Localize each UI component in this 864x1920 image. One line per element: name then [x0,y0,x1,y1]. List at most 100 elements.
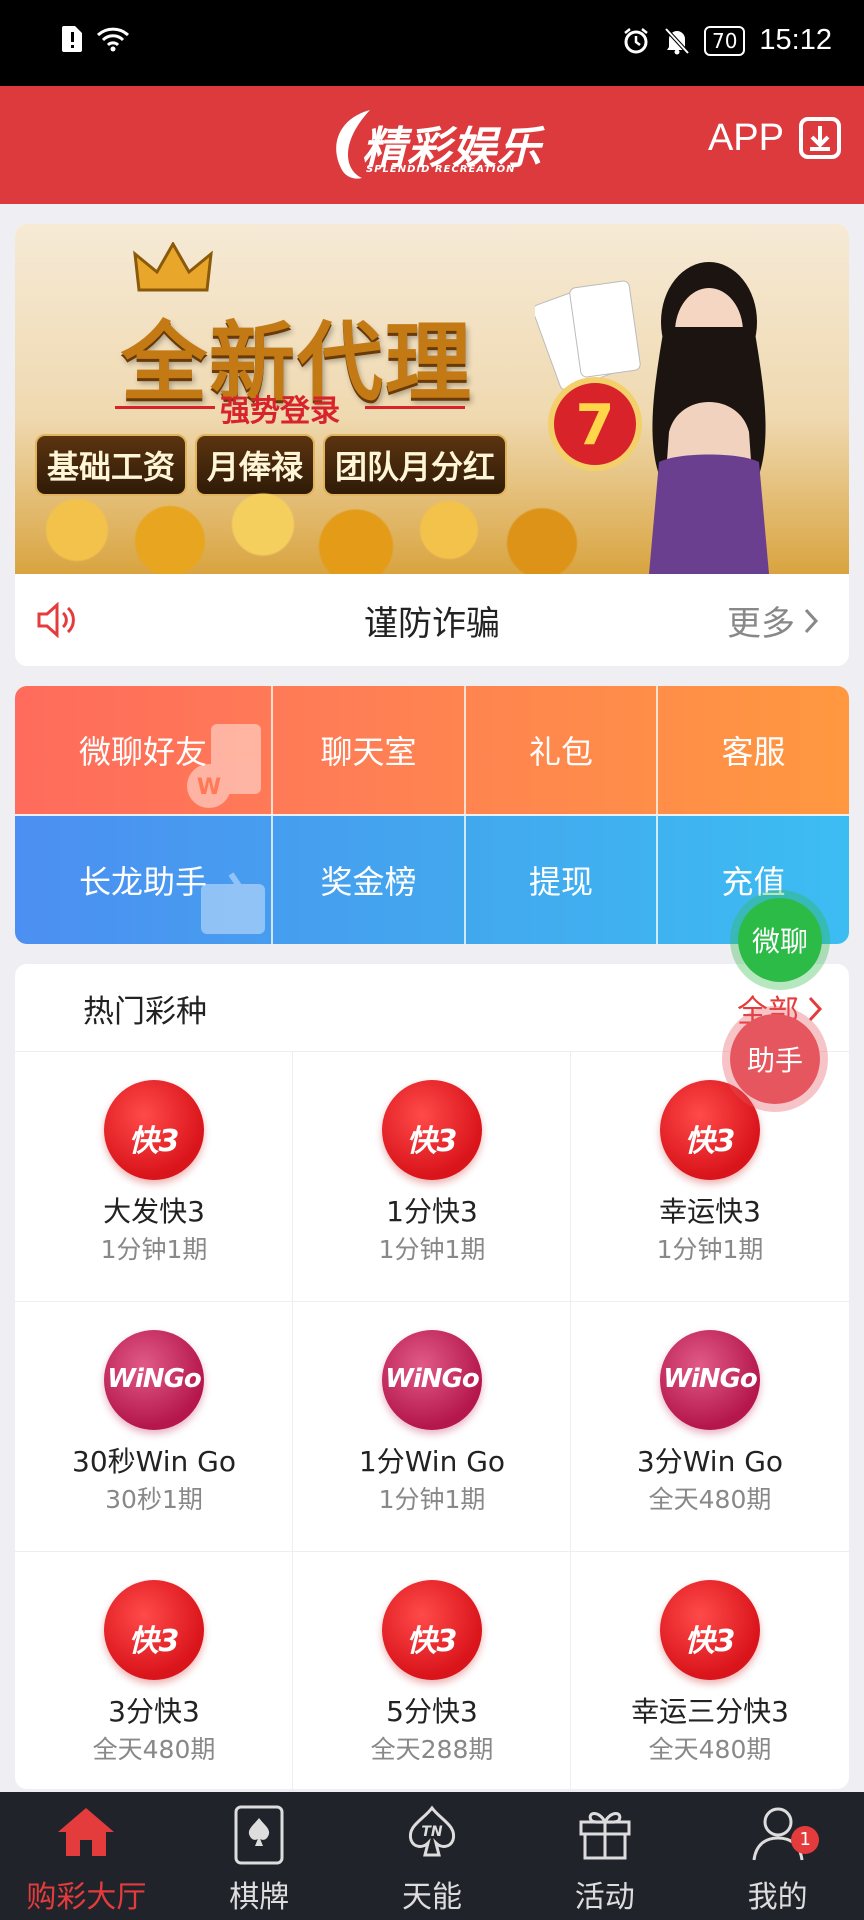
svg-text:W: W [197,775,221,800]
spade-icon: TN [408,1805,456,1857]
quick-item-label: 微聊好友 [78,733,207,771]
game-period: 1分钟1期 [378,1485,486,1514]
game-period: 1分钟1期 [100,1235,208,1264]
hot-games-header: 热门彩种 全部 [15,964,849,1052]
download-icon [799,117,841,159]
quick-item-label: 长龙助手 [78,863,207,901]
tab-mine[interactable]: 1 我的 [691,1792,864,1920]
game-name: 3分快3 [108,1695,200,1728]
promo-banner[interactable]: 全新代理 强势登录 基础工资 月俸禄 团队月分红 7 [15,224,849,574]
game-period: 全天288期 [370,1735,494,1764]
quick-item-chat-room[interactable]: 聊天室 [273,686,466,814]
status-bar: 70 15:12 [0,0,864,86]
quick-item-label: 奖金榜 [320,863,417,901]
banner-divider-left [115,406,215,409]
hot-games-title: 热门彩种 [83,994,207,1030]
floating-assistant-label: 助手 [746,1044,803,1077]
tab-label: 购彩大厅 [26,1880,147,1915]
sim-alert-icon [62,26,82,52]
logo-subtext: SPLENDID RECREATION [366,164,516,175]
game-name: 大发快3 [103,1195,205,1228]
wifi-icon [96,27,130,52]
tab-activity[interactable]: 活动 [518,1792,691,1920]
quick-item-label: 聊天室 [320,733,417,771]
game-tile[interactable]: 快3 3分快3 全天480期 [15,1552,293,1789]
more-link[interactable]: 更多 [727,596,819,645]
status-time: 15:12 [759,24,832,56]
battery-indicator: 70 [703,25,746,56]
k3-dice-icon: 快3 [382,1580,482,1680]
tab-label: 我的 [747,1880,808,1915]
game-name: 30秒Win Go [72,1445,236,1478]
cards-icon [234,1805,284,1865]
alarm-icon [624,27,648,53]
wingo-icon: WiNGo [382,1330,482,1430]
floating-chat-button[interactable]: 微聊 [730,890,830,990]
crown-icon [133,242,213,292]
game-tile[interactable]: WiNGo 3分Win Go 全天480期 [571,1302,849,1552]
tab-label: 活动 [574,1880,635,1915]
gift-icon [579,1812,631,1860]
tab-lottery-hall[interactable]: 购彩大厅 [0,1792,173,1920]
game-name: 5分快3 [386,1695,478,1728]
tab-chess-cards[interactable]: 棋牌 [173,1792,346,1920]
app-download-label: APP [707,116,784,159]
k3-dice-icon: 快3 [660,1580,760,1680]
game-name: 幸运快3 [659,1195,761,1228]
app-download-button[interactable]: APP [708,116,842,160]
quick-item-label: 客服 [721,733,786,771]
chevron-right-icon [804,608,819,633]
game-tile[interactable]: 快3 1分快3 1分钟1期 [293,1052,571,1302]
quick-item-service[interactable]: 客服 [658,686,849,814]
status-left [62,26,130,52]
top-bar: 精彩娱乐 SPLENDID RECREATION APP [0,86,864,204]
home-icon [58,1808,115,1856]
banner-coins [15,464,635,574]
more-label: 更多 [727,604,795,644]
quick-item-long-dragon[interactable]: 长龙助手 [15,816,273,944]
tab-label: 天能 [401,1880,462,1915]
quick-item-wechat-friends[interactable]: W 微聊好友 [15,686,273,814]
game-name: 3分Win Go [636,1445,784,1478]
banner-subtitle: 强势登录 [220,394,340,429]
floating-assistant-button[interactable]: 助手 [722,1006,828,1112]
notification-badge: 1 [791,1826,820,1854]
status-right: 70 15:12 [622,24,832,57]
hot-games-card: 热门彩种 全部 快3 大发快3 1分钟1期 快3 1分快3 1分钟1期 快3 幸… [15,964,849,1789]
notice-text: 谨防诈骗 [364,604,500,644]
notice-bar[interactable]: 谨防诈骗 更多 [15,574,849,666]
game-tile[interactable]: 快3 大发快3 1分钟1期 [15,1052,293,1302]
wingo-icon: WiNGo [104,1330,204,1430]
game-period: 1分钟1期 [656,1235,764,1264]
quick-menu-row: 长龙助手 奖金榜 提现 充值 [15,816,849,944]
k3-dice-icon: 快3 [104,1580,204,1680]
game-name: 1分Win Go [358,1445,506,1478]
brand-logo[interactable]: 精彩娱乐 SPLENDID RECREATION [320,104,550,186]
game-tile[interactable]: 快3 幸运三分快3 全天480期 [571,1552,849,1789]
svg-text:TN: TN [421,1824,443,1840]
game-period: 全天480期 [648,1735,772,1764]
floating-chat-label: 微聊 [751,925,808,958]
quick-item-withdraw[interactable]: 提现 [466,816,658,944]
k3-dice-icon: 快3 [104,1080,204,1180]
tab-label: 棋牌 [229,1880,290,1915]
bottom-tab-bar: 购彩大厅 棋牌 TN 天能 活动 1 我的 [0,1792,864,1920]
quick-item-leaderboard[interactable]: 奖金榜 [273,816,466,944]
quick-menu-row: W 微聊好友 聊天室 礼包 客服 [15,686,849,814]
game-tile[interactable]: WiNGo 1分Win Go 1分钟1期 [293,1302,571,1552]
wingo-icon: WiNGo [660,1330,760,1430]
game-name: 1分快3 [386,1195,478,1228]
quick-item-gift[interactable]: 礼包 [466,686,658,814]
game-period: 30秒1期 [105,1485,203,1514]
mute-icon [664,27,690,54]
game-period: 1分钟1期 [378,1235,486,1264]
tab-tianneng[interactable]: TN 天能 [346,1792,519,1920]
game-period: 全天480期 [648,1485,772,1514]
banner-card: 全新代理 强势登录 基础工资 月俸禄 团队月分红 7 谨防诈骗 更多 [15,224,849,666]
quick-item-label: 提现 [528,863,593,901]
game-tile[interactable]: 快3 5分快3 全天288期 [293,1552,571,1789]
game-period: 全天480期 [92,1735,216,1764]
game-tile[interactable]: WiNGo 30秒Win Go 30秒1期 [15,1302,293,1552]
k3-dice-icon: 快3 [382,1080,482,1180]
quick-item-label: 礼包 [528,733,593,771]
